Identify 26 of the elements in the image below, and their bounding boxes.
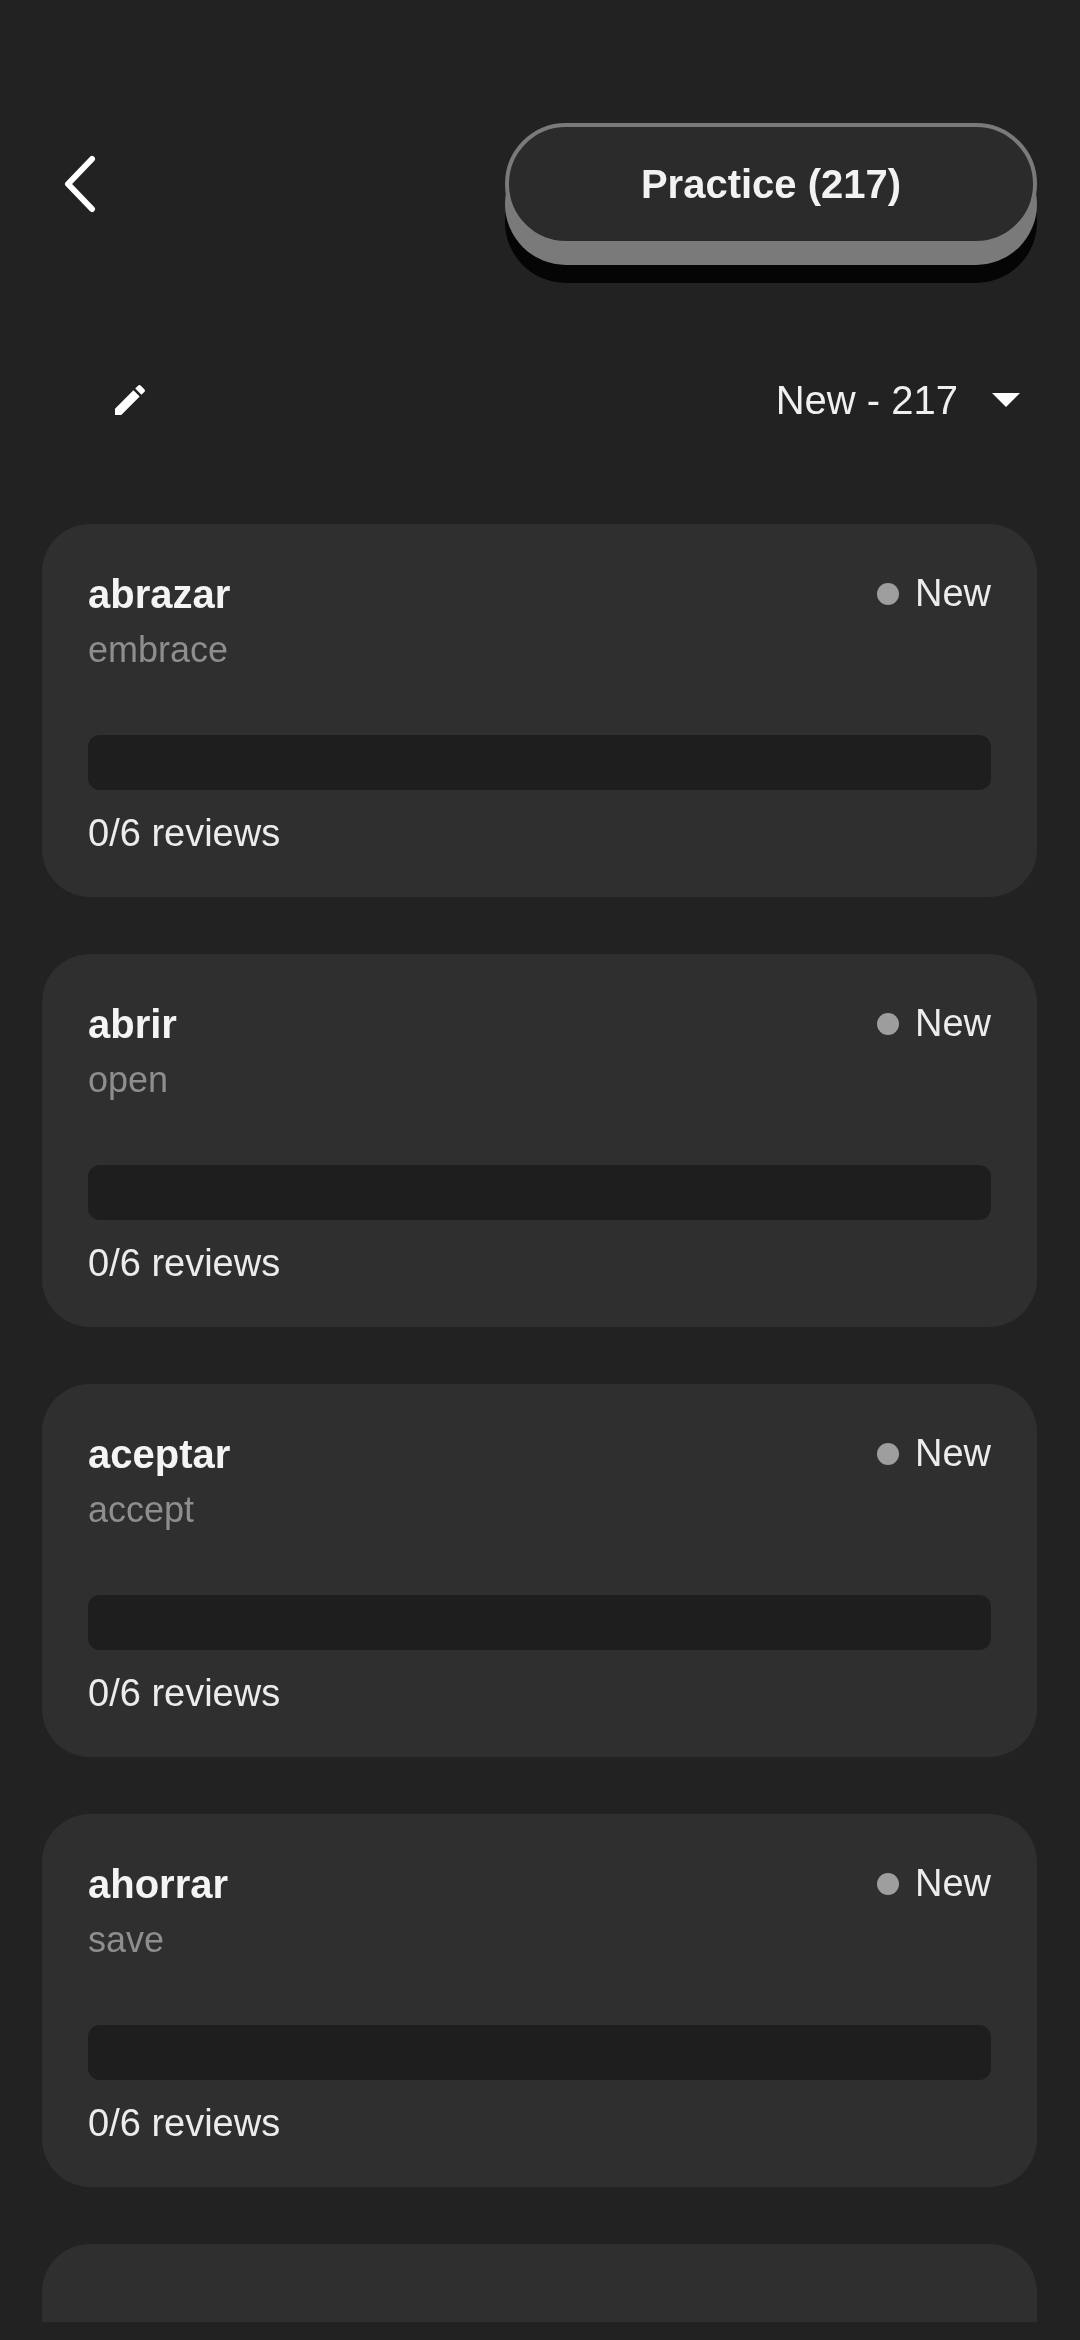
status-dot bbox=[876, 1442, 899, 1465]
status-dot bbox=[876, 1012, 899, 1035]
translation-text: save bbox=[88, 1919, 166, 1961]
word-text: ahorrar bbox=[88, 1862, 229, 1907]
word-text: abrazar bbox=[88, 572, 231, 617]
word-card[interactable]: aceptar New accept 0/6 reviews bbox=[42, 1384, 1037, 1757]
reviews-count: 0/6 reviews bbox=[88, 1242, 282, 1285]
caret-icon bbox=[992, 393, 1020, 407]
status-dot bbox=[876, 582, 899, 605]
status-dot bbox=[876, 1872, 899, 1895]
status-label: New bbox=[914, 1002, 991, 1045]
translation-text: accept bbox=[88, 1489, 196, 1531]
status-label: New bbox=[914, 1432, 991, 1475]
translation-text: open bbox=[88, 1059, 170, 1101]
reviews-count: 0/6 reviews bbox=[88, 1672, 282, 1715]
reviews-count: 0/6 reviews bbox=[88, 812, 282, 855]
status-label: New bbox=[914, 572, 991, 615]
filter-dropdown[interactable]: New - 217 bbox=[775, 377, 1020, 423]
word-text: aceptar bbox=[88, 1432, 231, 1477]
status-label: New bbox=[914, 1862, 991, 1905]
translation-text: embrace bbox=[88, 629, 230, 671]
word-card[interactable]: abrir New open 0/6 reviews bbox=[42, 954, 1037, 1327]
word-text: abrir bbox=[88, 1002, 177, 1047]
word-card[interactable]: ahorrar New save 0/6 reviews bbox=[42, 1814, 1037, 2187]
reviews-count: 0/6 reviews bbox=[88, 2102, 282, 2145]
word-card[interactable]: abrazar New embrace 0/6 reviews bbox=[42, 524, 1037, 897]
